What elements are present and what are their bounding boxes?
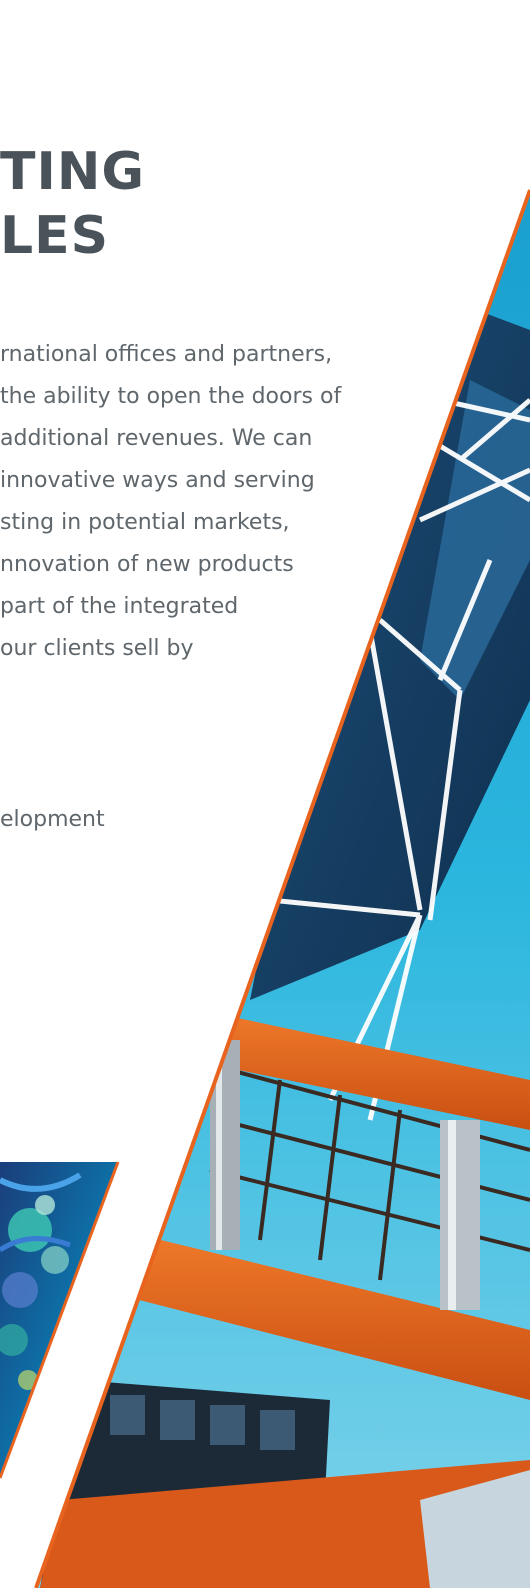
main-photo <box>36 190 530 1588</box>
decorative-photo-collage <box>0 189 530 1588</box>
brochure-page: TING LES rnational offices and partners,… <box>0 0 530 1588</box>
